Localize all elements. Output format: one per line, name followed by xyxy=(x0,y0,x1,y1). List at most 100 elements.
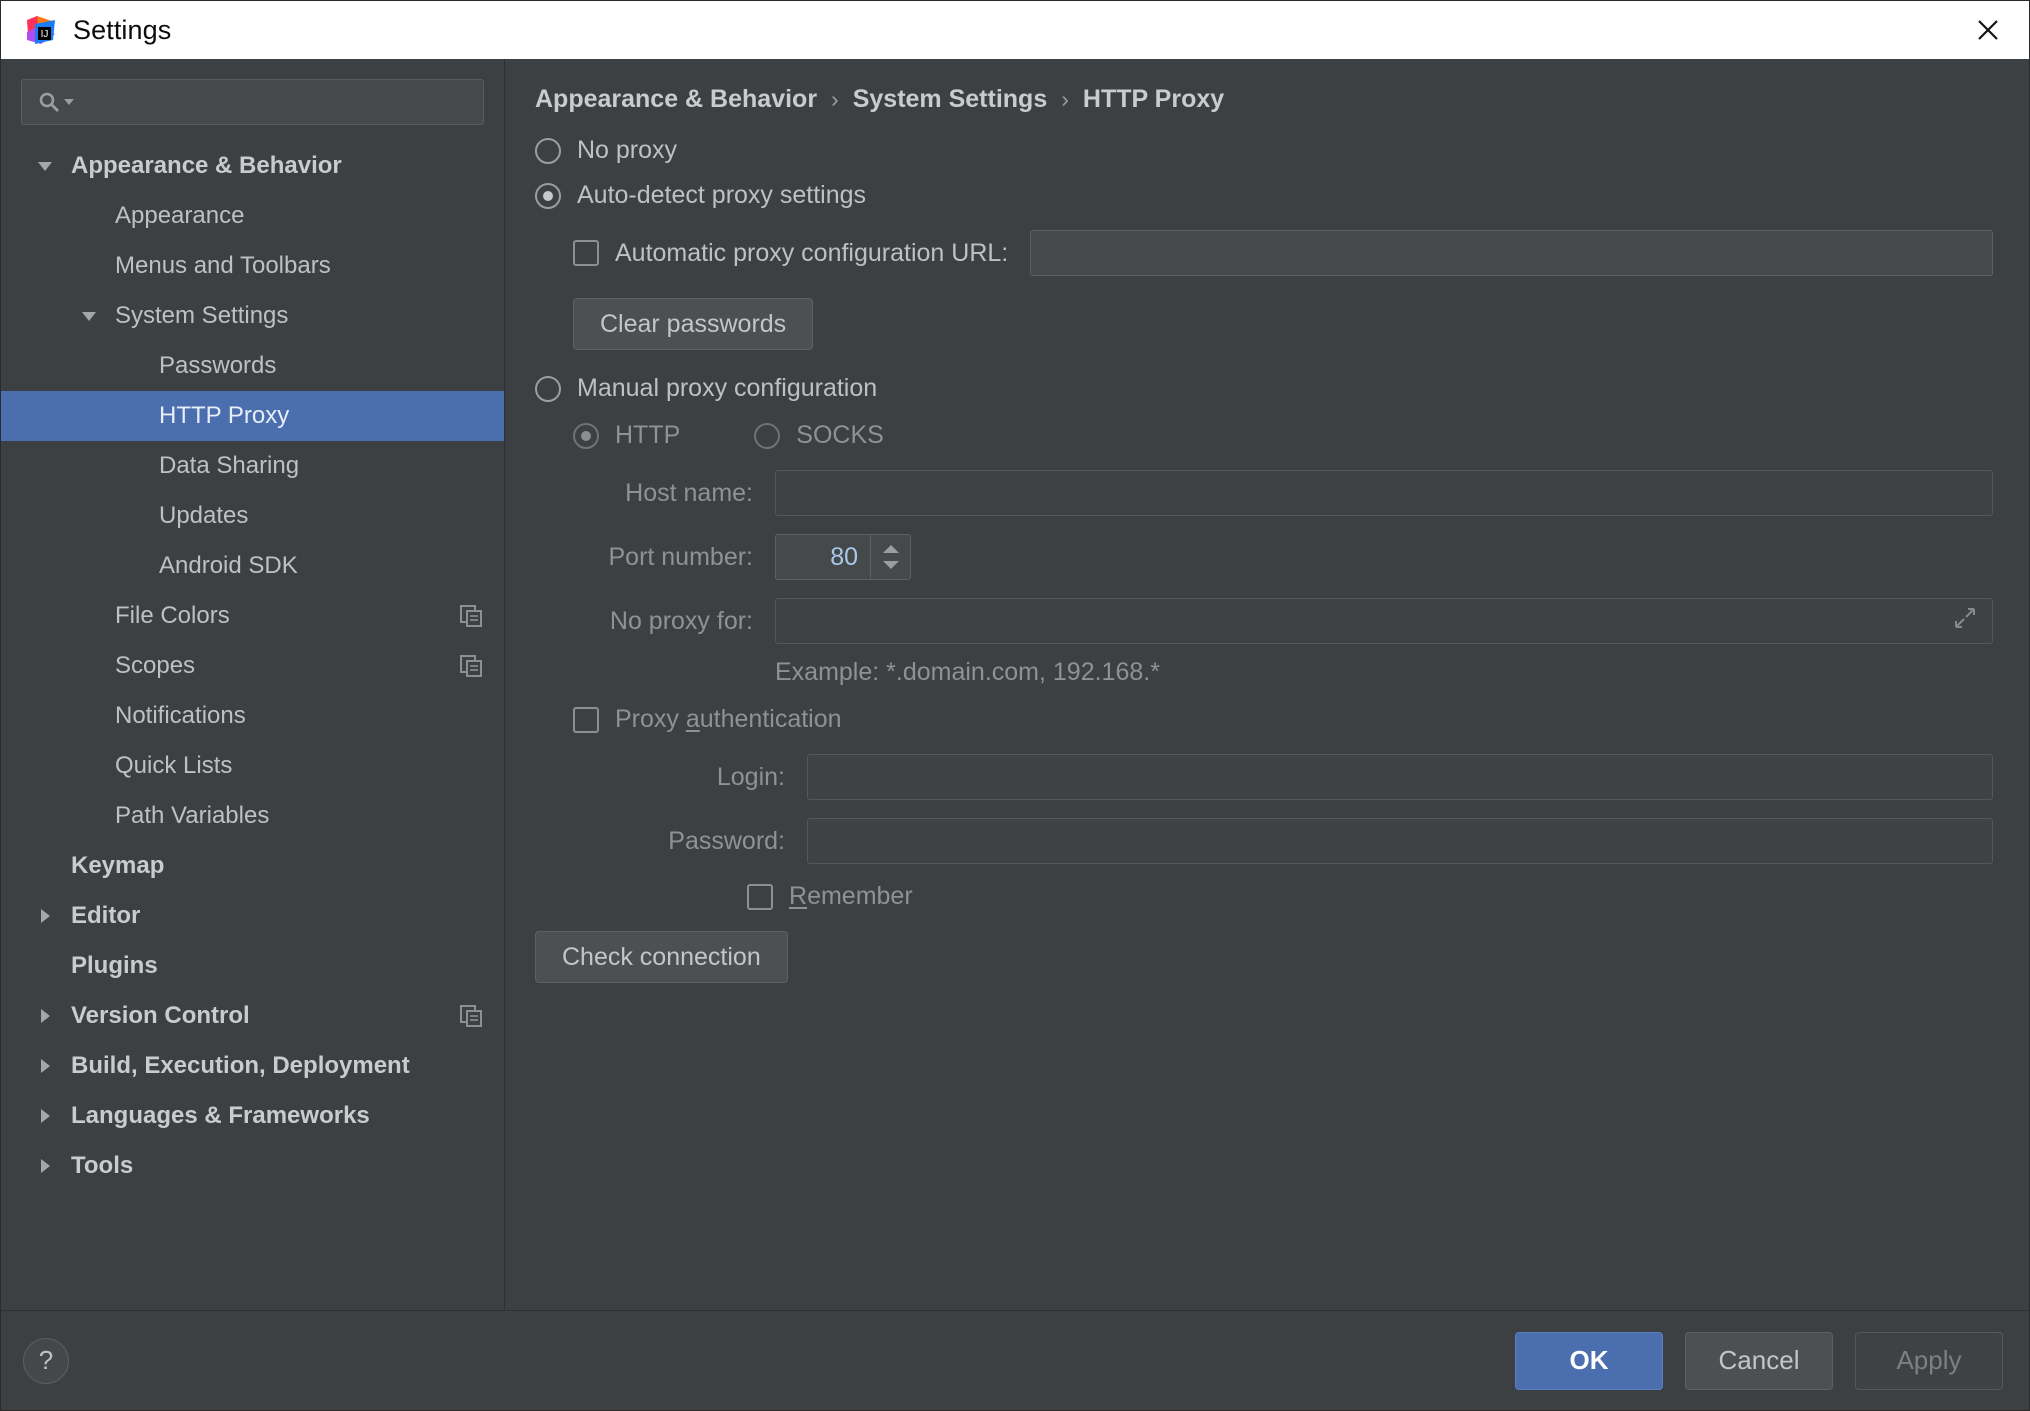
sidebar-item-plugins[interactable]: Plugins xyxy=(1,941,504,991)
radio-manual-proxy[interactable]: Manual proxy configuration xyxy=(535,374,2003,403)
breadcrumb-separator: › xyxy=(1061,86,1069,112)
sidebar-item-version-control[interactable]: Version Control xyxy=(1,991,504,1041)
http-label: HTTP xyxy=(615,421,681,449)
apply-button[interactable]: Apply xyxy=(1855,1331,2003,1390)
search-icon xyxy=(38,91,75,113)
breadcrumb-item-3: HTTP Proxy xyxy=(1082,85,1225,113)
no-proxy-for-row: No proxy for: xyxy=(573,598,2003,644)
sidebar-item-label: System Settings xyxy=(115,302,289,329)
chevron-right-icon[interactable] xyxy=(31,1157,59,1175)
chevron-right-icon[interactable] xyxy=(31,907,59,925)
sidebar-item-label: Scopes xyxy=(115,652,196,679)
sidebar-item-label: Tools xyxy=(71,1152,134,1179)
protocol-row: HTTP SOCKS xyxy=(573,421,2003,450)
port-number-value[interactable]: 80 xyxy=(776,535,870,579)
radio-no-proxy[interactable]: No proxy xyxy=(535,136,2003,165)
socks-radio-indicator[interactable] xyxy=(754,422,781,449)
sidebar-item-label: Build, Execution, Deployment xyxy=(71,1052,410,1079)
auto-config-url-checkbox[interactable] xyxy=(573,240,599,266)
sidebar-item-file-colors[interactable]: File Colors xyxy=(1,591,504,641)
help-icon[interactable]: ? xyxy=(23,1337,69,1384)
http-proxy-panel: Appearance & Behavior › System Settings › HT… xyxy=(505,59,2029,1310)
sidebar-item-label: Data Sharing xyxy=(159,452,300,479)
intellij-idea-logo-icon: IJ xyxy=(25,14,57,46)
copy-icon[interactable] xyxy=(458,603,484,629)
sidebar-item-label: Notifications xyxy=(115,702,246,729)
clear-passwords-row: Clear passwords xyxy=(573,298,2003,350)
chevron-down-icon[interactable] xyxy=(31,159,59,173)
copy-icon[interactable] xyxy=(458,653,484,679)
chevron-down-icon[interactable] xyxy=(75,309,103,323)
remember-row: Remember xyxy=(747,882,2003,911)
sidebar-item-label: Editor xyxy=(71,902,141,929)
sidebar-item-editor[interactable]: Editor xyxy=(1,891,504,941)
chevron-right-icon[interactable] xyxy=(31,1007,59,1025)
sidebar-item-quick-lists[interactable]: Quick Lists xyxy=(1,741,504,791)
sidebar-item-languages-frameworks[interactable]: Languages & Frameworks xyxy=(1,1091,504,1141)
proxy-auth-row: Proxy authentication xyxy=(573,705,2003,734)
svg-text:IJ: IJ xyxy=(41,29,49,40)
radio-auto-detect[interactable]: Auto-detect proxy settings xyxy=(535,181,2003,210)
sidebar-item-http-proxy[interactable]: HTTP Proxy xyxy=(1,391,504,441)
sidebar-item-menus-and-toolbars[interactable]: Menus and Toolbars xyxy=(1,241,504,291)
breadcrumb-item-1[interactable]: Appearance & Behavior xyxy=(535,85,817,114)
settings-tree[interactable]: Appearance & Behavior Appearance Menus and… xyxy=(1,137,504,1310)
sidebar-item-label: Passwords xyxy=(159,352,277,379)
cancel-button[interactable]: Cancel xyxy=(1685,1331,1833,1390)
no-proxy-label: No proxy xyxy=(577,136,678,164)
sidebar-item-system-settings[interactable]: System Settings xyxy=(1,291,504,341)
auto-config-url-label: Automatic proxy configuration URL: xyxy=(615,238,1009,267)
search-input[interactable] xyxy=(21,79,484,125)
auto-config-url-input[interactable] xyxy=(1030,230,1993,276)
sidebar-item-label: File Colors xyxy=(115,602,230,629)
sidebar-item-tools[interactable]: Tools xyxy=(1,1141,504,1191)
host-name-label: Host name: xyxy=(625,478,753,507)
password-input[interactable] xyxy=(807,818,1993,864)
sidebar-item-appearance-behavior[interactable]: Appearance & Behavior xyxy=(1,141,504,191)
expand-icon[interactable] xyxy=(1952,605,1978,637)
check-connection-button[interactable]: Check connection xyxy=(535,931,788,983)
http-radio-indicator[interactable] xyxy=(573,422,599,449)
no-proxy-for-input[interactable] xyxy=(775,598,1993,644)
sidebar-item-scopes[interactable]: Scopes xyxy=(1,641,504,691)
clear-passwords-button[interactable]: Clear passwords xyxy=(573,298,814,350)
example-hint-row: Example: *.domain.com, 192.168.* xyxy=(573,658,2003,687)
sidebar-item-build-execution-deployment[interactable]: Build, Execution, Deployment xyxy=(1,1041,504,1091)
proxy-authentication-checkbox[interactable] xyxy=(573,706,599,733)
sidebar-item-label: Menus and Toolbars xyxy=(115,252,331,279)
sidebar-item-android-sdk[interactable]: Android SDK xyxy=(1,541,504,591)
remember-checkbox[interactable] xyxy=(747,883,773,910)
ok-button[interactable]: OK xyxy=(1515,1331,1663,1390)
sidebar-item-label: HTTP Proxy xyxy=(159,402,290,429)
breadcrumb-item-2[interactable]: System Settings xyxy=(853,85,1048,114)
socks-label: SOCKS xyxy=(796,421,884,449)
host-name-input[interactable] xyxy=(775,470,1993,516)
password-row: Password: xyxy=(573,818,2003,864)
sidebar-item-label: Path Variables xyxy=(115,802,270,829)
dialog-body: Appearance & Behavior Appearance Menus and… xyxy=(1,59,2029,1310)
sidebar-item-label: Plugins xyxy=(71,952,158,979)
proxy-auth-label-after: uthentication xyxy=(699,705,842,733)
chevron-right-icon[interactable] xyxy=(31,1107,59,1125)
chevron-right-icon[interactable] xyxy=(31,1057,59,1075)
sidebar-item-data-sharing[interactable]: Data Sharing xyxy=(1,441,504,491)
sidebar-item-label: Quick Lists xyxy=(115,752,233,779)
sidebar-item-keymap[interactable]: Keymap xyxy=(1,841,504,891)
auto-detect-radio-indicator xyxy=(535,182,561,209)
login-row: Login: xyxy=(573,754,2003,800)
sidebar-item-passwords[interactable]: Passwords xyxy=(1,341,504,391)
sidebar-item-appearance[interactable]: Appearance xyxy=(1,191,504,241)
sidebar-item-notifications[interactable]: Notifications xyxy=(1,691,504,741)
sidebar-item-path-variables[interactable]: Path Variables xyxy=(1,791,504,841)
settings-dialog: IJ Settings Appearance & Behavior Appear… xyxy=(0,0,2030,1411)
example-hint: Example: *.domain.com, 192.168.* xyxy=(775,658,1160,686)
port-number-stepper[interactable]: 80 xyxy=(775,534,911,580)
close-icon[interactable] xyxy=(1965,7,2011,53)
port-number-spinner-buttons[interactable] xyxy=(870,535,910,579)
remember-label-after: emember xyxy=(807,882,913,910)
login-label: Login: xyxy=(716,762,785,791)
copy-icon[interactable] xyxy=(458,1003,484,1029)
login-input[interactable] xyxy=(807,754,1993,800)
sidebar-item-label: Languages & Frameworks xyxy=(71,1102,370,1129)
sidebar-item-updates[interactable]: Updates xyxy=(1,491,504,541)
